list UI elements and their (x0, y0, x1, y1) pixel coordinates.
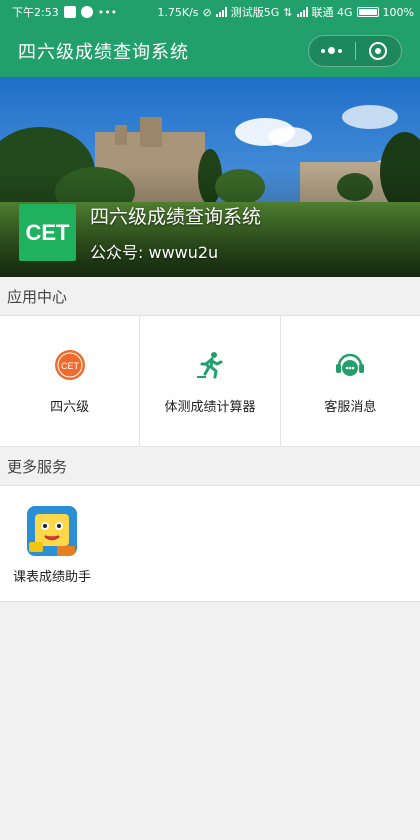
battery-level: 100% (382, 5, 414, 19)
section-header-more-services: 更多服务 (0, 447, 420, 485)
app-fitness-calculator[interactable]: 体测成绩计算器 (140, 316, 281, 446)
more-button[interactable] (309, 36, 355, 66)
signal-icon (215, 7, 227, 17)
capsule-menu (308, 34, 402, 67)
browser-notification-icon (80, 6, 93, 18)
page-title: 四六级成绩查询系统 (18, 41, 189, 63)
service-schedule-assistant[interactable]: 课表成绩助手 (0, 486, 104, 601)
cet-badge-icon: CET (53, 348, 87, 382)
app-grid: CET 四六级 体测成绩计算器 客服消息 (0, 315, 420, 447)
nav-bar: 四六级成绩查询系统 (0, 24, 420, 77)
section-header-app-center: 应用中心 (0, 277, 420, 315)
carrier-1: 测试版5G (230, 6, 280, 19)
cartoon-student-icon (27, 506, 77, 556)
signal-icon-2 (296, 7, 308, 17)
banner-title: 四六级成绩查询系统 (90, 206, 262, 228)
wifi-icon: ⇅ (283, 5, 293, 19)
running-man-icon (193, 348, 227, 382)
app-customer-service[interactable]: 客服消息 (281, 316, 420, 446)
mute-icon: ⊘ (202, 5, 212, 19)
banner-text: 四六级成绩查询系统 公众号: wwwu2u (90, 202, 261, 263)
target-circle-icon (369, 41, 388, 60)
headset-chat-icon (333, 348, 367, 382)
banner-info: CET 四六级成绩查询系统 公众号: wwwu2u (19, 202, 261, 263)
status-time: 下午2:53 (12, 6, 59, 19)
carrier-2: 联通 4G (311, 6, 353, 19)
close-button[interactable] (356, 36, 402, 66)
more-notifications-icon: ••• (97, 5, 118, 19)
network-speed: 1.75K/s (157, 5, 199, 19)
banner-subtitle: 公众号: wwwu2u (90, 243, 219, 262)
app-label-fitness: 体测成绩计算器 (164, 399, 256, 415)
service-label-schedule: 课表成绩助手 (12, 570, 91, 585)
cet-logo: CET (19, 204, 76, 261)
status-bar: 下午2:53 ••• 1.75K/s ⊘ 测试版5G ⇅ 联通 4G 100% (0, 0, 420, 24)
more-dots-icon (321, 47, 343, 54)
battery-icon (356, 7, 379, 17)
cet-badge-text: CET (61, 361, 80, 371)
app-label-cet: 四六级 (50, 399, 90, 415)
banner[interactable]: CET 四六级成绩查询系统 公众号: wwwu2u (0, 77, 420, 277)
more-services-grid: 课表成绩助手 (0, 485, 420, 602)
app-notification-icon (63, 6, 76, 18)
app-cet[interactable]: CET 四六级 (0, 316, 141, 446)
app-label-customer-service: 客服消息 (324, 399, 377, 415)
